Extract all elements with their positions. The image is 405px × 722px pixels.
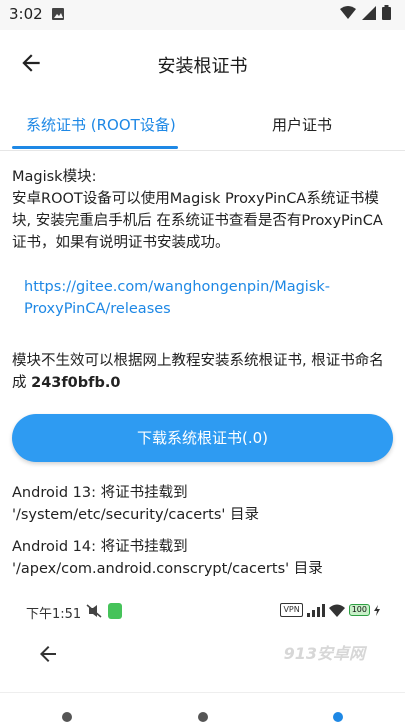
battery-icon	[382, 5, 391, 20]
bottom-divider	[0, 692, 405, 693]
android13-instructions: Android 13: 将证书挂载到 '/system/etc/security…	[12, 485, 259, 523]
embedded-time: 下午1:51	[26, 607, 82, 622]
vpn-badge: VPN	[280, 603, 303, 617]
page-title: 安装根证书	[157, 56, 248, 77]
embedded-wifi-icon	[328, 604, 345, 617]
image-notification-icon	[52, 8, 64, 20]
status-time: 3:02	[9, 5, 43, 23]
status-bar: 3:02	[0, 0, 405, 30]
app-bar: 安装根证书	[0, 30, 405, 96]
nav-icon-1	[62, 712, 72, 722]
wifi-icon	[340, 5, 356, 19]
magisk-release-link[interactable]: https://gitee.com/wanghongenpin/Magisk-P…	[24, 276, 384, 320]
tab-user-cert[interactable]: 用户证书	[272, 114, 332, 135]
android14-instructions: Android 14: 将证书挂载到 '/apex/com.android.co…	[12, 539, 323, 577]
status-icons	[340, 5, 391, 20]
magisk-section: Magisk模块: 安卓ROOT设备可以使用Magisk ProxyPinCA系…	[12, 166, 392, 254]
tab-bar: 系统证书 (ROOT设备) 用户证书	[0, 100, 405, 151]
nav-icon-2	[198, 712, 208, 722]
signal-icon	[362, 5, 376, 20]
download-root-cert-button[interactable]: 下载系统根证书(.0)	[12, 414, 393, 462]
embedded-battery-level: 100	[351, 605, 367, 614]
embedded-back-arrow-icon	[40, 646, 56, 662]
embedded-battery: 100	[348, 604, 370, 616]
nav-icon-3	[333, 712, 343, 722]
magisk-description: 安卓ROOT设备可以使用Magisk ProxyPinCA系统证书模块, 安装完…	[12, 191, 383, 251]
embedded-status-bar: 下午1:51 VPN 100	[26, 601, 386, 623]
magisk-title: Magisk模块:	[12, 169, 97, 185]
watermark: 913安卓网	[283, 644, 365, 663]
tab-system-cert[interactable]: 系统证书 (ROOT设备)	[26, 114, 176, 135]
mute-icon	[86, 604, 102, 618]
cert-filename: 243f0bfb.0	[31, 375, 121, 391]
fallback-instructions: 模块不生效可以根据网上教程安装系统根证书, 根证书命名成 243f0bfb.0	[12, 350, 392, 394]
embedded-status-icons: VPN 100	[280, 603, 380, 617]
signal-bars-icon	[306, 603, 325, 617]
app-notification-icon	[108, 603, 122, 619]
tab-indicator	[12, 146, 178, 149]
charging-icon	[374, 604, 380, 616]
